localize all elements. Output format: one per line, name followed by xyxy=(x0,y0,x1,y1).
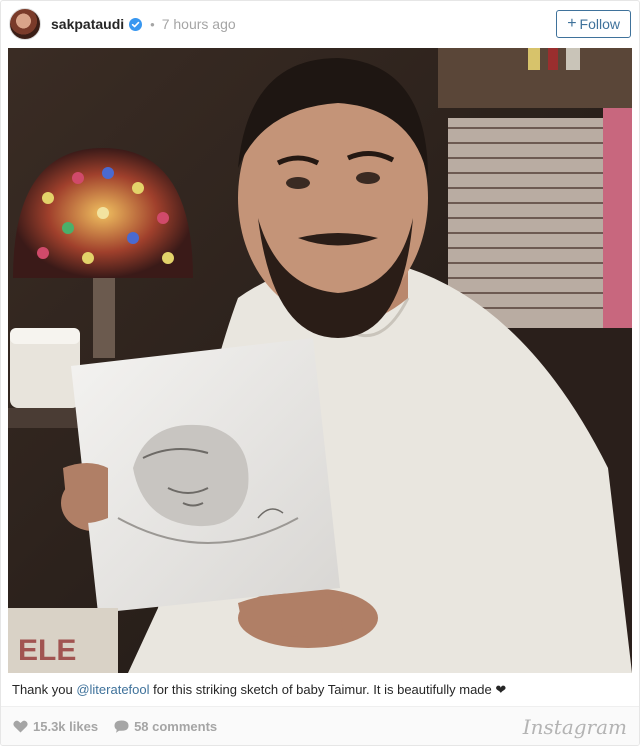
username-link[interactable]: sakpataudi xyxy=(51,16,124,32)
likes-count: 15.3k likes xyxy=(33,719,99,734)
instagram-embed: sakpataudi • 7 hours ago + Follow ELE Th… xyxy=(0,0,640,746)
post-caption: Thank you @literatefool for this strikin… xyxy=(12,682,629,698)
follow-button[interactable]: + Follow xyxy=(556,10,631,38)
photo-illustration: ELE xyxy=(8,48,632,673)
follow-label: Follow xyxy=(579,16,620,32)
post-footer: 15.3k likes 58 comments Instagram xyxy=(1,706,639,745)
heart-icon xyxy=(13,720,28,733)
post-header: sakpataudi • 7 hours ago + Follow xyxy=(1,1,639,47)
svg-text:ELE: ELE xyxy=(18,634,76,667)
caption-text-after: for this striking sketch of baby Taimur.… xyxy=(149,682,496,697)
caption-text-before: Thank you xyxy=(12,682,77,697)
instagram-logo[interactable]: Instagram xyxy=(523,715,627,739)
comments-stat[interactable]: 58 comments xyxy=(114,719,217,734)
comments-count: 58 comments xyxy=(134,719,218,734)
plus-icon: + xyxy=(567,15,577,32)
heart-emoji: ❤ xyxy=(495,682,507,697)
comment-bubble-icon xyxy=(114,720,129,733)
verified-badge-icon xyxy=(129,17,143,31)
baby-sketch xyxy=(71,338,340,613)
likes-stat[interactable]: 15.3k likes xyxy=(13,719,98,734)
avatar[interactable] xyxy=(9,8,41,40)
post-timestamp[interactable]: 7 hours ago xyxy=(162,16,236,32)
post-photo[interactable]: ELE xyxy=(8,48,632,673)
separator-dot: • xyxy=(150,16,155,32)
mention-link[interactable]: @literatefool xyxy=(76,682,149,697)
